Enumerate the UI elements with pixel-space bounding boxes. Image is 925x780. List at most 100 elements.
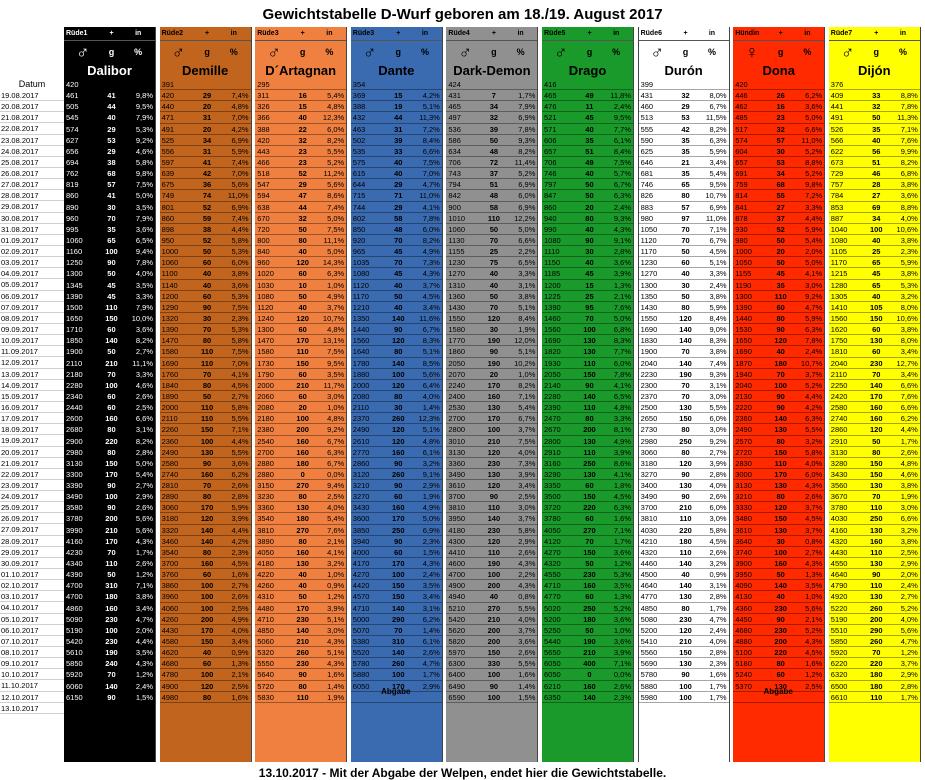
weight-cell: 4710 bbox=[544, 581, 561, 591]
table-row: 4900 200 4,3% bbox=[446, 580, 538, 592]
percent-cell: 3,4% bbox=[518, 481, 536, 491]
table-row: 1225 25 2,1% bbox=[542, 291, 633, 302]
percent-cell: 5,0% bbox=[327, 247, 345, 257]
table-row: 5240 60 1,2% bbox=[733, 669, 825, 681]
weight-cell: 1350 bbox=[352, 313, 370, 323]
weight-cell: 995 bbox=[66, 224, 79, 234]
gain-cell: 45 bbox=[585, 269, 594, 279]
table-row: 2340 60 2,6% bbox=[64, 391, 155, 403]
weight-cell: 2900 bbox=[66, 436, 83, 446]
table-row: 759 68 9,8% bbox=[733, 179, 825, 191]
percent-cell: 8,2% bbox=[518, 146, 536, 156]
weight-rows: 399 431 32 8,0% 460 29 6,7% 513 53 11,5% 555 42 8,2%… bbox=[638, 79, 729, 748]
weight-cell: 1200 bbox=[161, 291, 179, 301]
table-row: 2700 170 6,7% bbox=[446, 413, 538, 425]
percent-cell: 5,0% bbox=[613, 313, 631, 323]
gain-cell: 80 bbox=[681, 425, 690, 435]
percent-cell: 4,9% bbox=[327, 291, 345, 301]
gain-cell: 90 bbox=[776, 391, 785, 401]
gain-cell: 170 bbox=[296, 603, 309, 613]
weight-cell: 1430 bbox=[640, 302, 658, 312]
gain-cell: 70 bbox=[489, 235, 499, 245]
table-row: 2730 80 3,0% bbox=[638, 424, 729, 436]
weight-cell: 1390 bbox=[735, 302, 752, 312]
percent-cell: 3,3% bbox=[518, 269, 536, 279]
table-row: 625 35 5,9% bbox=[638, 146, 729, 157]
percent-cell: 7,4% bbox=[231, 157, 249, 167]
weight-cell: 960 bbox=[66, 213, 79, 223]
gain-cell: 58 bbox=[394, 213, 403, 223]
percent-cell: 9,5% bbox=[709, 180, 727, 190]
percent-cell: 6,5% bbox=[135, 235, 153, 245]
weight-cell: 4700 bbox=[66, 581, 83, 591]
table-row: 6590 100 1,5% bbox=[446, 692, 538, 703]
table-row: 4710 140 3,1% bbox=[350, 603, 442, 614]
gain-cell: 230 bbox=[870, 358, 883, 368]
weight-cell: 431 bbox=[448, 91, 461, 101]
percent-cell: 3,6% bbox=[231, 458, 249, 468]
weight-cell: 4550 bbox=[544, 570, 561, 580]
percent-cell: 4,0% bbox=[518, 447, 536, 457]
unit-pct: % bbox=[707, 47, 716, 57]
weight-cell: 1305 bbox=[830, 291, 848, 301]
puppy-tag: Rüde3 bbox=[352, 30, 375, 37]
gain-cell: 44 bbox=[107, 102, 116, 112]
percent-cell: 11,0% bbox=[801, 135, 823, 145]
percent-cell: 10,6% bbox=[896, 313, 918, 323]
table-row: 547 29 5,6% bbox=[255, 179, 347, 191]
gain-cell: 80 bbox=[202, 492, 212, 502]
table-row: 2000 210 11,7% bbox=[255, 380, 347, 391]
weight-cell: 850 bbox=[352, 224, 366, 234]
weight-cell: 1440 bbox=[735, 313, 752, 323]
weight-cell: 715 bbox=[352, 191, 366, 201]
gain-cell: 150 bbox=[583, 547, 596, 557]
gain-cell: 160 bbox=[105, 414, 118, 424]
weight-cell: 1940 bbox=[735, 369, 752, 379]
table-row: 749 74 11,0% bbox=[159, 190, 251, 202]
weight-rows: 424 431 7 1,7% 465 34 7,9% 497 32 6,9% 536 39 7,8% 58… bbox=[446, 79, 538, 748]
table-row: 1550 120 8,4% bbox=[446, 313, 538, 325]
weight-cell: 1730 bbox=[257, 358, 274, 368]
percent-cell: 4,5% bbox=[231, 380, 249, 390]
table-row: 694 38 5,8% bbox=[64, 157, 155, 169]
percent-cell: 3,8% bbox=[900, 536, 918, 546]
weight-cell: 1390 bbox=[66, 291, 83, 301]
table-row: 5560 150 2,8% bbox=[638, 647, 729, 659]
percent-cell: 4,3% bbox=[518, 559, 536, 569]
weight-cell: 800 bbox=[257, 235, 270, 245]
table-row: 556 31 5,9% bbox=[159, 146, 251, 157]
table-row: 5820 200 3,6% bbox=[446, 636, 538, 648]
table-row: 461 41 9,8% bbox=[64, 90, 155, 102]
unit-pct: % bbox=[229, 47, 238, 57]
table-row: 1280 65 5,3% bbox=[828, 280, 920, 291]
percent-cell: 10,0% bbox=[131, 313, 153, 323]
gain-cell: 70 bbox=[872, 369, 881, 379]
table-row: 6060 140 2,4% bbox=[64, 681, 155, 692]
percent-cell: 6,7% bbox=[327, 458, 345, 468]
percent-cell: 3,8% bbox=[900, 269, 918, 279]
gain-cell: 70 bbox=[585, 313, 594, 323]
table-row: 2040 100 5,2% bbox=[733, 380, 825, 391]
table-row: 3780 200 5,6% bbox=[64, 513, 155, 525]
percent-cell: 3,9% bbox=[231, 514, 249, 524]
gain-cell: 80 bbox=[298, 536, 307, 546]
table-row: 4790 110 2,4% bbox=[828, 580, 920, 592]
gain-cell: 65 bbox=[872, 280, 881, 290]
table-row: 3390 90 2,7% bbox=[64, 480, 155, 492]
weight-cell: 5240 bbox=[735, 670, 752, 680]
weight-cell: 3780 bbox=[830, 503, 848, 513]
gain-cell: 140 bbox=[296, 625, 309, 635]
weight-cell: 1270 bbox=[640, 269, 658, 279]
weight-cell: 2490 bbox=[735, 425, 752, 435]
percent-cell: 6,3% bbox=[805, 414, 823, 424]
table-row: 1080 40 3,8% bbox=[828, 235, 920, 247]
weight-cell: 2250 bbox=[830, 380, 848, 390]
table-row: 2600 160 6,6% bbox=[64, 413, 155, 425]
gain-cell: 150 bbox=[679, 414, 692, 424]
percent-cell bbox=[313, 79, 347, 89]
weight-cell: 4220 bbox=[257, 570, 274, 580]
percent-cell: 4,6% bbox=[135, 146, 153, 156]
percent-cell: 11,5% bbox=[705, 113, 727, 123]
weight-cell: 5380 bbox=[352, 637, 370, 647]
weight-cell: 3130 bbox=[735, 481, 752, 491]
